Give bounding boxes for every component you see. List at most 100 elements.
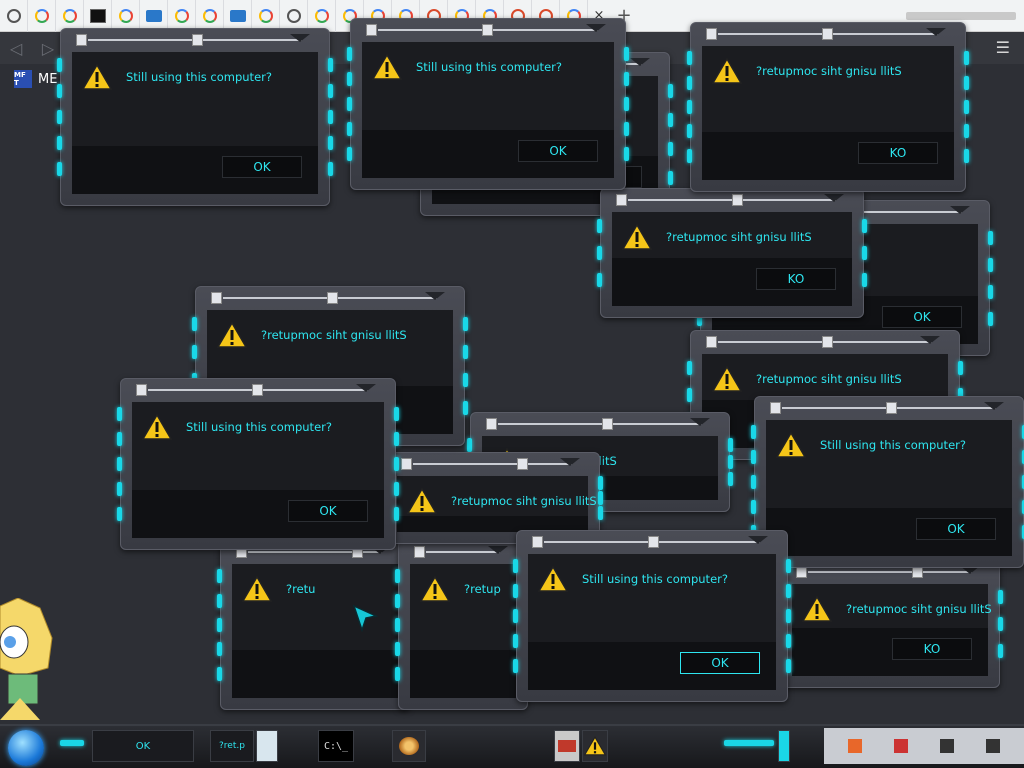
title-notch-icon xyxy=(824,194,844,202)
ok-button[interactable]: OK xyxy=(680,652,760,674)
titlebar-line xyxy=(498,423,702,425)
ok-button[interactable]: KO xyxy=(858,142,938,164)
tab-google-2[interactable] xyxy=(56,0,84,32)
ok-button[interactable]: OK xyxy=(288,500,368,522)
still-using-dialog[interactable]: Still using this computer? OK xyxy=(347,18,629,190)
warning-icon xyxy=(801,595,833,622)
tab-google-5[interactable] xyxy=(196,0,224,32)
ok-button[interactable]: OK xyxy=(222,156,302,178)
start-button[interactable] xyxy=(8,730,44,766)
taskbar-item-cmd[interactable]: C:\_ xyxy=(318,730,354,762)
dialog-titlebar[interactable] xyxy=(209,292,451,304)
dialog-leds-left xyxy=(597,212,602,294)
dialog-message: ?retupmoc siht gnisu llitS xyxy=(756,372,902,386)
security-icon[interactable] xyxy=(894,739,908,753)
still-using-dialog[interactable]: Still using this computer? OK xyxy=(117,378,399,550)
tab-google-7[interactable] xyxy=(308,0,336,32)
dialog-titlebar[interactable] xyxy=(768,402,1010,414)
mouse-cursor-icon xyxy=(352,604,378,632)
led-light xyxy=(395,569,400,584)
led-light xyxy=(57,162,62,176)
tab-google-4[interactable] xyxy=(168,0,196,32)
taskbar-item-dialog[interactable]: OK xyxy=(92,730,194,762)
led-light xyxy=(117,481,122,496)
title-handle-icon xyxy=(252,384,263,396)
dialog-message: ?retupmoc siht gnisu llitS xyxy=(846,602,992,616)
tab-google-3[interactable] xyxy=(112,0,140,32)
dialog-titlebar[interactable] xyxy=(484,418,716,430)
still-using-dialog[interactable]: ?retupmoc siht gnisu llitS KO xyxy=(687,22,969,192)
still-using-dialog[interactable]: Still using this computer? OK xyxy=(751,396,1024,568)
dialog-titlebar[interactable] xyxy=(399,458,586,470)
tab-image-1[interactable] xyxy=(140,0,168,32)
taskbar-glow-right xyxy=(724,740,774,746)
back-button[interactable]: ◁ xyxy=(0,39,32,58)
dialog-leds-left xyxy=(347,42,352,166)
taskbar-item-paint[interactable] xyxy=(392,730,426,762)
dialog-titlebar[interactable] xyxy=(530,536,774,548)
ok-button[interactable]: KO xyxy=(756,268,836,290)
dialog-message: ?retu xyxy=(286,582,316,596)
bookmark-item[interactable]: MF T ME xyxy=(14,70,57,88)
still-using-dialog[interactable]: ?retupmoc siht gnisu llitS KO xyxy=(597,188,867,318)
led-light xyxy=(728,454,733,469)
still-using-dialog[interactable]: ?retupmoc siht gnisu llitS KO xyxy=(777,560,1003,688)
dialog-titlebar[interactable] xyxy=(134,384,382,396)
still-using-dialog[interactable]: Still using this computer? OK xyxy=(57,28,333,206)
taskbar-item-explorer[interactable] xyxy=(256,730,278,762)
ok-button[interactable]: OK xyxy=(882,306,962,328)
led-light xyxy=(394,481,399,496)
browser-menu-button[interactable]: ☰ xyxy=(996,38,1010,57)
ok-button[interactable]: KO xyxy=(892,638,972,660)
led-light xyxy=(328,136,333,150)
taskbar-fragment-label: ?ret.p xyxy=(219,741,245,751)
dialog-titlebar[interactable] xyxy=(364,24,612,36)
ok-button[interactable]: OK xyxy=(518,140,598,162)
dialog-titlebar[interactable] xyxy=(614,194,850,206)
tab-image-2[interactable] xyxy=(224,0,252,32)
taskbar-item-toolbox[interactable] xyxy=(554,730,580,762)
dialog-titlebar[interactable] xyxy=(704,28,952,40)
dialog-message: Still using this computer? xyxy=(126,70,272,84)
tab-google-6[interactable] xyxy=(252,0,280,32)
google-icon xyxy=(202,8,217,23)
dialog-titlebar[interactable] xyxy=(412,546,541,558)
java-icon[interactable] xyxy=(848,739,862,753)
led-light xyxy=(598,490,603,505)
tab-google-1[interactable] xyxy=(28,0,56,32)
dialog-leds-right xyxy=(862,212,867,294)
still-using-dialog[interactable]: ?retup xyxy=(395,540,541,710)
tab-terminal[interactable] xyxy=(84,0,112,32)
led-light xyxy=(117,456,122,471)
image-icon xyxy=(145,9,162,22)
led-light xyxy=(394,407,399,422)
window-controls[interactable] xyxy=(906,11,1016,20)
tab-loading-1[interactable] xyxy=(280,0,308,32)
led-light xyxy=(964,148,969,163)
title-notch-icon xyxy=(425,292,445,300)
title-handle-icon xyxy=(886,402,897,414)
dialog-leds-right xyxy=(786,554,791,678)
led-light xyxy=(217,642,222,657)
taskbar-item-fragment[interactable]: ?ret.p xyxy=(210,730,254,762)
toolbox-icon xyxy=(558,740,576,752)
cmd-icon: C:\_ xyxy=(323,740,349,752)
network-icon[interactable] xyxy=(940,739,954,753)
google-icon xyxy=(174,8,189,23)
title-handle-icon xyxy=(76,34,87,46)
still-using-dialog[interactable]: ?retu xyxy=(217,540,413,710)
led-light xyxy=(668,83,673,98)
tab-history[interactable] xyxy=(0,0,28,32)
led-light xyxy=(57,110,62,124)
taskbar-item-warning[interactable] xyxy=(582,730,608,762)
taskbar-show-desktop[interactable] xyxy=(778,730,790,762)
volume-icon[interactable] xyxy=(986,739,1000,753)
google-icon xyxy=(34,8,49,23)
title-handle-icon xyxy=(532,536,543,548)
dialog-titlebar[interactable] xyxy=(74,34,316,46)
dialog-titlebar[interactable] xyxy=(704,336,946,348)
warning-icon xyxy=(584,736,606,756)
still-using-dialog[interactable]: Still using this computer? OK xyxy=(513,530,791,702)
warning-icon xyxy=(537,565,569,592)
ok-button[interactable]: OK xyxy=(916,518,996,540)
